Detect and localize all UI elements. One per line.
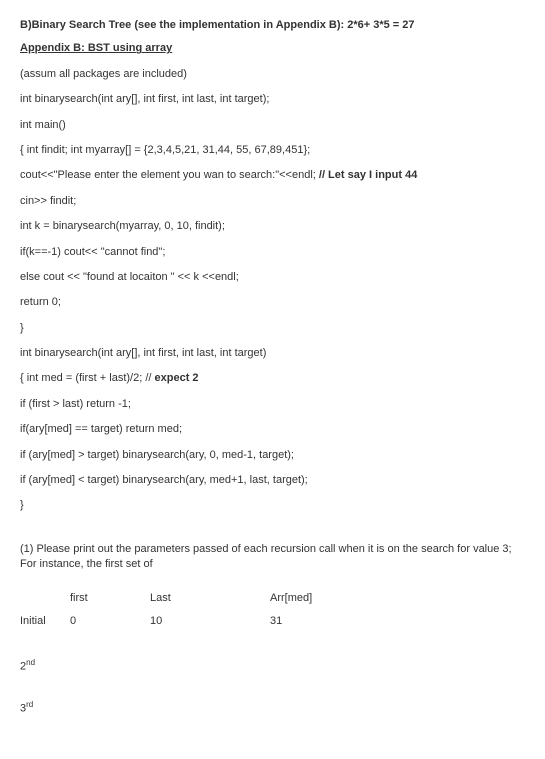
code-line: if(k==-1) cout<< "cannot find"; (20, 245, 525, 260)
appendix-title: Appendix B: BST using array (20, 41, 525, 56)
row-label-initial: Initial (20, 610, 70, 633)
code-line: if (ary[med] > target) binarysearch(ary,… (20, 448, 525, 463)
code-line: int binarysearch(int ary[], int first, i… (20, 92, 525, 107)
code-line: } (20, 321, 525, 336)
cell-arr: 31 (270, 610, 370, 633)
code-text: { int med = (first + last)/2; // (20, 372, 155, 384)
recursion-table: first Last Arr[med] Initial 0 10 31 (20, 587, 370, 634)
code-line: if (ary[med] < target) binarysearch(ary,… (20, 473, 525, 488)
code-text: cout<<"Please enter the element you wan … (20, 169, 319, 181)
col-header-last: Last (150, 587, 270, 610)
code-line: { int findit; int myarray[] = {2,3,4,5,2… (20, 143, 525, 158)
code-line: } (20, 498, 525, 513)
code-line: cin>> findit; (20, 194, 525, 209)
question-text: (1) Please print out the parameters pass… (20, 542, 525, 573)
cell-first: 0 (70, 610, 150, 633)
code-line: else cout << "found at locaiton " << k <… (20, 270, 525, 285)
code-line: return 0; (20, 295, 525, 310)
table-header-row: first Last Arr[med] (20, 587, 370, 610)
col-header-arr: Arr[med] (270, 587, 370, 610)
code-line: { int med = (first + last)/2; // expect … (20, 371, 525, 386)
section-heading: B)Binary Search Tree (see the implementa… (20, 18, 525, 33)
code-comment-bold: // Let say I input 44 (319, 169, 417, 181)
code-line: int main() (20, 118, 525, 133)
cell-last: 10 (150, 610, 270, 633)
code-line: if(ary[med] == target) return med; (20, 422, 525, 437)
row-ordinal-sup: rd (26, 700, 33, 709)
code-line: int binarysearch(int ary[], int first, i… (20, 346, 525, 361)
col-header-first: first (70, 587, 150, 610)
code-line: int k = binarysearch(myarray, 0, 10, fin… (20, 219, 525, 234)
row-label-3rd: 3rd (20, 699, 525, 717)
code-line: (assum all packages are included) (20, 67, 525, 82)
table-row: Initial 0 10 31 (20, 610, 370, 633)
code-line: if (first > last) return -1; (20, 397, 525, 412)
row-ordinal-sup: nd (26, 658, 35, 667)
code-comment-bold: expect 2 (155, 372, 199, 384)
code-line: cout<<"Please enter the element you wan … (20, 168, 525, 183)
row-label-2nd: 2nd (20, 657, 525, 675)
